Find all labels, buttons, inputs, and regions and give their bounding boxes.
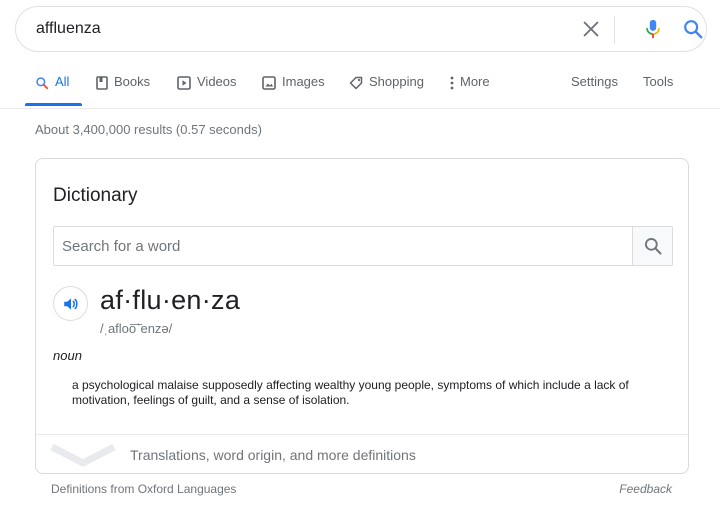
- speaker-icon: [63, 297, 78, 310]
- definitions-source: Definitions from Oxford Languages: [51, 482, 237, 496]
- tab-label: Images: [282, 74, 325, 89]
- image-icon: [262, 76, 276, 90]
- more-definitions-label: Translations, word origin, and more defi…: [130, 447, 416, 463]
- tab-shopping[interactable]: Shopping: [349, 74, 424, 104]
- search-icon: [644, 238, 661, 255]
- more-definitions-toggle[interactable]: Translations, word origin, and more defi…: [36, 434, 688, 474]
- tab-more[interactable]: More: [450, 74, 490, 104]
- book-icon: [96, 76, 108, 90]
- tools-label: Tools: [643, 74, 674, 89]
- tab-label: Books: [114, 74, 151, 89]
- phonetic-spelling: /ˌafloo͞ˈenzə/: [100, 321, 173, 336]
- result-stats: About 3,400,000 results (0.57 seconds): [35, 122, 262, 137]
- search-bar[interactable]: [15, 6, 707, 52]
- search-tabs: All Books Videos Images Shopping More Se…: [0, 62, 720, 108]
- search-input[interactable]: [36, 7, 556, 51]
- tab-label: Videos: [197, 74, 237, 89]
- headword: af·flu·en·za: [100, 285, 241, 315]
- tab-videos[interactable]: Videos: [177, 74, 237, 104]
- active-tab-indicator: [25, 103, 82, 106]
- tab-label: Shopping: [369, 74, 424, 89]
- tab-books[interactable]: Books: [96, 74, 150, 104]
- card-title: Dictionary: [53, 185, 138, 206]
- feedback-link[interactable]: Feedback: [619, 482, 672, 496]
- play-icon: [177, 76, 191, 90]
- pronunciation-audio-button[interactable]: [53, 286, 88, 321]
- tools-link[interactable]: Tools: [643, 74, 673, 104]
- dictionary-search-box: [53, 226, 673, 266]
- tabs-divider: [0, 108, 720, 109]
- dictionary-card: Dictionary af·flu·en·za /ˌafloo͞ˈenzə/ n…: [35, 158, 689, 474]
- definition-text: a psychological malaise supposedly affec…: [72, 378, 629, 407]
- tab-images[interactable]: Images: [262, 74, 325, 104]
- tab-all[interactable]: All: [35, 74, 69, 104]
- more-vert-icon: [450, 76, 454, 90]
- settings-label: Settings: [571, 74, 618, 89]
- chevron-down-icon: [50, 443, 116, 467]
- settings-link[interactable]: Settings: [571, 74, 618, 104]
- tab-label: All: [55, 74, 70, 89]
- clear-icon[interactable]: [580, 18, 602, 40]
- search-icon: [36, 77, 49, 90]
- part-of-speech: noun: [53, 348, 82, 363]
- search-icon[interactable]: [682, 18, 704, 40]
- tab-label: More: [460, 74, 490, 89]
- search-bar-divider: [614, 16, 615, 44]
- dictionary-search-button[interactable]: [632, 227, 672, 265]
- microphone-icon[interactable]: [642, 17, 664, 41]
- tag-icon: [349, 76, 363, 90]
- dictionary-search-input[interactable]: [54, 227, 632, 265]
